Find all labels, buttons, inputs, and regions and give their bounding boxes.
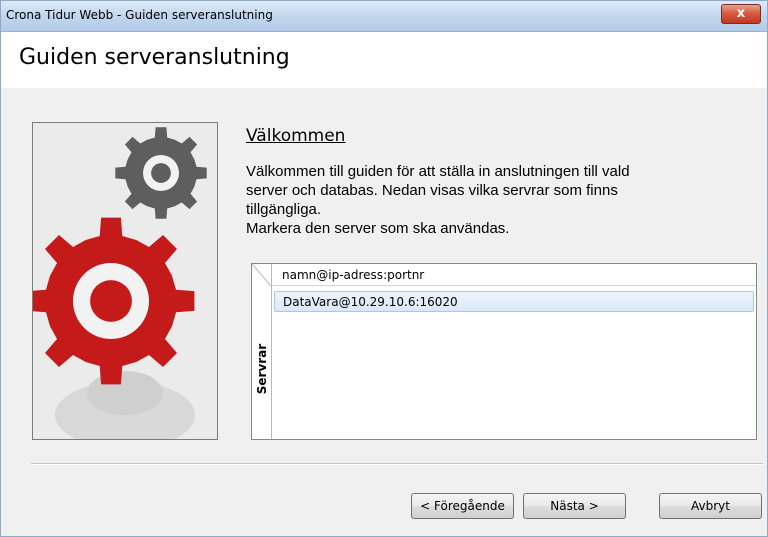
server-row[interactable]: DataVara@10.29.10.6:16020 xyxy=(274,291,754,312)
separator xyxy=(31,463,763,465)
welcome-line: server och databas. Nedan visas vilka se… xyxy=(246,182,618,199)
welcome-line: tillgängliga. xyxy=(246,201,322,218)
wizard-window: Crona Tidur Webb - Guiden serveranslutni… xyxy=(0,0,768,537)
server-list[interactable]: Servrar namn@ip-adress:portnr DataVara@1… xyxy=(251,263,757,440)
servers-tab-label: Servrar xyxy=(255,343,269,395)
close-button[interactable]: x xyxy=(721,4,761,24)
welcome-title: Välkommen xyxy=(246,126,346,146)
gears-illustration xyxy=(32,122,218,440)
title-bar[interactable]: Crona Tidur Webb - Guiden serveranslutni… xyxy=(1,1,767,32)
cancel-button[interactable]: Avbryt xyxy=(659,493,762,519)
wizard-header: Guiden serveranslutning xyxy=(1,32,767,88)
gears-icon xyxy=(33,127,207,439)
previous-button[interactable]: < Föregående xyxy=(411,493,514,519)
window-title: Crona Tidur Webb - Guiden serveranslutni… xyxy=(6,8,273,22)
gear-top-icon xyxy=(115,127,207,219)
servers-side-tab: Servrar xyxy=(252,264,272,439)
gear-bottom-icon xyxy=(33,217,195,385)
wizard-heading: Guiden serveranslutning xyxy=(19,45,290,70)
welcome-line: Välkommen till guiden för att ställa in … xyxy=(246,163,630,180)
column-header[interactable]: namn@ip-adress:portnr xyxy=(272,264,756,286)
next-button[interactable]: Nästa > xyxy=(523,493,626,519)
close-icon: x xyxy=(736,6,746,21)
header-corner-icon xyxy=(252,264,271,287)
welcome-line: Markera den server som ska användas. xyxy=(246,220,510,237)
welcome-description: Välkommen till guiden för att ställa in … xyxy=(246,162,751,238)
